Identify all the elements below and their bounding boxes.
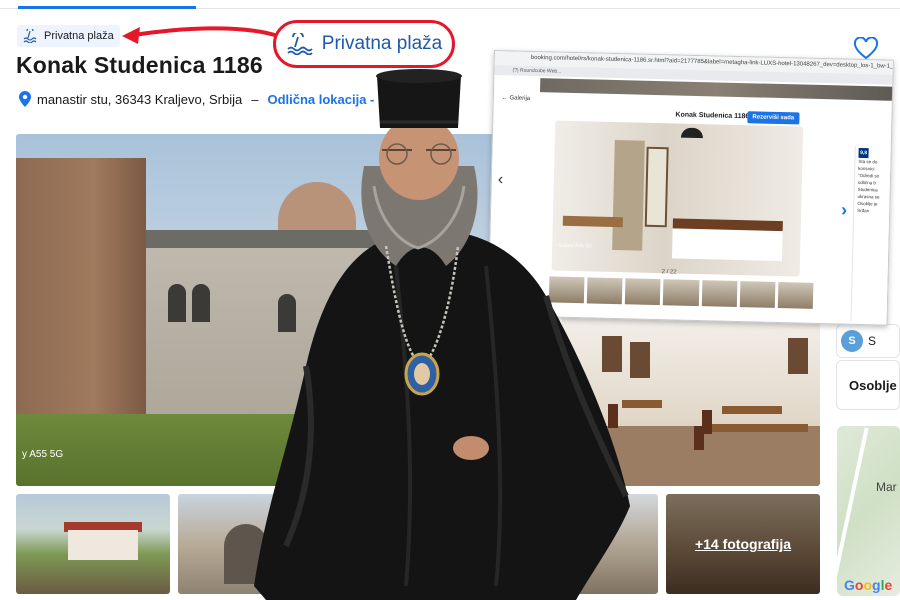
monk-figure-image — [254, 69, 630, 600]
zoomed-callout-label: Privatna plaža — [321, 33, 443, 54]
review-author: Srđan — [857, 207, 870, 214]
google-logo: Google — [844, 577, 893, 593]
active-tab-indicator — [18, 6, 196, 9]
staff-rating-box: Osoblje — [836, 360, 900, 410]
heart-icon[interactable] — [853, 37, 879, 61]
gallery-thumb-aerial[interactable] — [16, 494, 170, 594]
gallery-thumb-more[interactable]: +14 fotografija — [666, 494, 820, 594]
review-score-badge: 9,8 — [858, 147, 869, 159]
map-pin-icon — [19, 91, 31, 107]
facility-chip-label: Privatna plaža — [44, 30, 114, 42]
zoomed-facility-callout: Privatna plaža — [273, 20, 455, 68]
reviewer-card[interactable]: S S — [836, 324, 900, 358]
address-text: manastir stu, 36343 Kraljevo, Srbija — [37, 91, 243, 107]
red-arrow-annotation — [122, 26, 280, 44]
reserve-now-button: Rezerviši sada — [747, 111, 800, 125]
monastery-apse — [16, 158, 146, 448]
facility-chip-private-beach[interactable]: Privatna plaža — [17, 25, 120, 47]
reviewer-name: S — [868, 334, 877, 348]
more-photos-link[interactable]: +14 fotografija — [666, 536, 820, 552]
gallery-hotel-title: Konak Studenica 1186 — [675, 111, 750, 121]
photo-caption: y A55 5G — [22, 449, 64, 460]
location-map[interactable]: Mar Google — [837, 426, 900, 596]
avatar: S — [841, 330, 863, 352]
review-sidebar: 9,8 Sta se do korisnici "Odredi so odlič… — [850, 145, 893, 323]
chevron-right-icon: › — [840, 199, 848, 220]
staff-label: Osoblje — [849, 377, 897, 393]
beach-waves-icon — [287, 33, 313, 55]
photo-counter: 2 / 22 — [661, 269, 677, 276]
map-place-label: Mar — [876, 480, 897, 494]
beach-waves-icon — [23, 29, 37, 43]
hotel-title: Konak Studenica 1186 — [16, 52, 263, 78]
